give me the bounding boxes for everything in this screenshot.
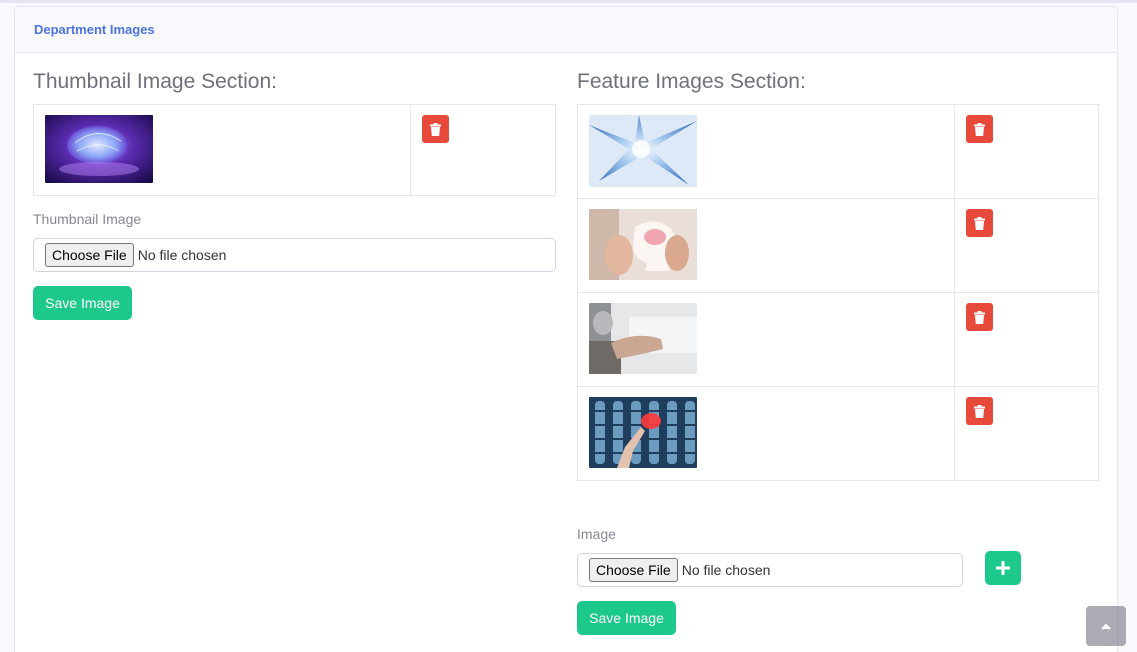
image-cell [577,198,955,293]
delete-thumbnail-button[interactable] [422,115,449,143]
table-row [577,386,1099,481]
table-row [577,198,1099,293]
trash-icon [974,216,985,230]
delete-feature-image-2-button[interactable] [966,209,993,237]
image-cell [577,386,955,481]
action-cell [954,386,1099,481]
feature-section-title: Feature Images Section: [577,70,806,93]
image-cell [577,292,955,387]
action-cell [954,198,1099,293]
action-cell [954,292,1099,387]
thumbnail-no-file-text: No file chosen [137,247,227,263]
feature-image-label: Image [577,526,616,542]
feature-no-file-text: No file chosen [681,562,771,578]
top-border [0,0,1137,3]
paper-head-brain-image [589,209,697,280]
feature-images-table [577,104,1099,481]
brain-glow-image [45,115,153,183]
card-header: Department Images [15,7,1117,53]
spine-xray-image [589,397,697,468]
scroll-to-top-button[interactable] [1086,606,1126,646]
thumbnail-table [33,104,556,196]
trash-icon [974,122,985,136]
trash-icon [430,122,441,136]
feature-choose-file-button[interactable]: Choose File [589,558,678,582]
delete-feature-image-1-button[interactable] [966,115,993,143]
card-title: Department Images [34,22,155,37]
image-cell [577,104,955,199]
plus-icon [996,561,1010,575]
trash-icon [974,404,985,418]
table-row [577,292,1099,387]
feature-save-button[interactable]: Save Image [577,601,676,635]
image-cell [33,104,411,196]
table-row [33,104,556,196]
trash-icon [974,310,985,324]
feature-file-input[interactable]: Choose File No file chosen [577,553,963,587]
table-row [577,104,1099,199]
elderly-hand-image [589,303,697,374]
thumbnail-choose-file-button[interactable]: Choose File [45,243,134,267]
action-cell [410,104,556,196]
thumbnail-save-button[interactable]: Save Image [33,286,132,320]
thumbnail-section-title: Thumbnail Image Section: [33,70,277,93]
action-cell [954,104,1099,199]
neuron-blue-image [589,115,697,187]
delete-feature-image-3-button[interactable] [966,303,993,331]
thumbnail-file-input[interactable]: Choose File No file chosen [33,238,556,272]
chevron-up-icon [1101,623,1111,630]
thumbnail-image-label: Thumbnail Image [33,211,142,227]
add-image-button[interactable] [985,551,1021,585]
delete-feature-image-4-button[interactable] [966,397,993,425]
